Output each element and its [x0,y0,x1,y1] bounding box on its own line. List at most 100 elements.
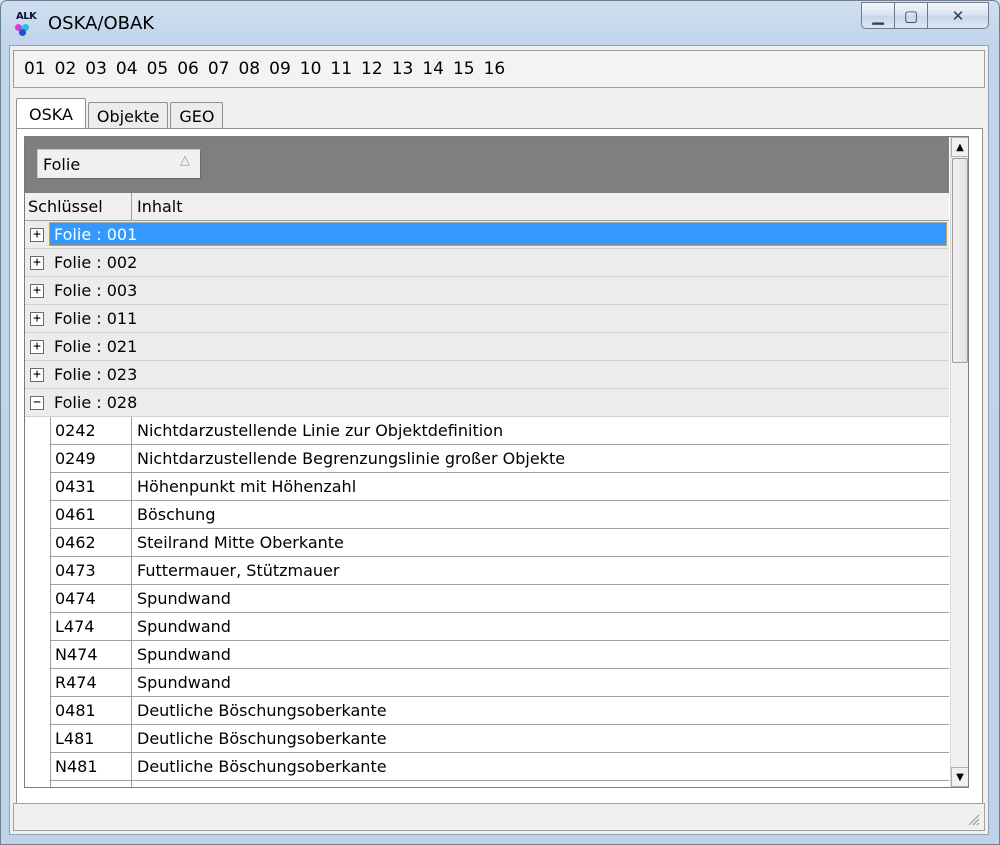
scrollbar-thumb[interactable] [952,158,968,363]
cell-content: Spundwand [132,613,949,641]
group-chip-folie[interactable]: Folie △ [37,149,201,179]
window-title: OSKA/OBAK [48,13,155,34]
group-by-panel: Folie △ [25,137,949,193]
alk-app-icon: ALK [13,11,37,37]
cell-key: N481 [50,753,132,781]
folie-number-16[interactable]: 16 [484,59,506,79]
folie-number-11[interactable]: 11 [330,59,352,79]
table-row[interactable]: 0249 Nichtdarzustellende Begrenzungslinie… [25,445,949,473]
folie-number-13[interactable]: 13 [392,59,414,79]
folie-number-05[interactable]: 05 [147,59,169,79]
group-row[interactable]: + Folie : 023 [25,361,949,389]
group-row[interactable]: + Folie : 002 [25,249,949,277]
table-row[interactable]: 0461 Böschung [25,501,949,529]
table-row[interactable]: L474 Spundwand [25,613,949,641]
resize-grip-icon[interactable] [966,812,980,826]
cell-content: Höhenpunkt mit Höhenzahl [132,473,949,501]
cell-content: Futtermauer, Stützmauer [132,557,949,585]
group-row-label: Folie : 003 [54,280,138,300]
grid-header: Schlüssel Inhalt [25,193,949,221]
cell-key: R474 [50,669,132,697]
app-icon-text: ALK [16,11,37,22]
cell-content: Spundwand [132,669,949,697]
cell-content: Spundwand [132,641,949,669]
folie-number-03[interactable]: 03 [85,59,107,79]
cell-key: 0461 [50,501,132,529]
vertical-scrollbar[interactable]: ▲ ▼ [950,137,968,787]
folie-number-14[interactable]: 14 [422,59,444,79]
cell-content: Deutliche Böschungsoberkante [132,697,949,725]
table-row[interactable]: N474 Spundwand [25,641,949,669]
window-controls: ▁ ▢ ✕ [861,2,989,32]
expand-icon[interactable]: + [30,284,44,298]
tab-strip: OSKA Objekte GEO [16,97,225,130]
cell-content: Deutliche Böschungsoberkante [132,753,949,781]
client-area: 01 02 03 04 05 06 07 08 09 10 11 12 13 14 15 16 OSKA Ob… [9,45,989,835]
table-row[interactable]: 0242 Nichtdarzustellende Linie zur Objekt… [25,417,949,445]
data-grid: Folie △ Schlüssel Inhalt + Folie : 001 + Fo… [24,136,969,788]
group-row-label: Folie : 021 [54,336,138,356]
group-row-label: Folie : 023 [54,364,138,384]
cell-key: R481 [50,781,132,787]
folie-number-09[interactable]: 09 [269,59,291,79]
minimize-icon: ▁ [872,6,884,25]
folie-number-01[interactable]: 01 [24,59,46,79]
column-header-key[interactable]: Schlüssel [25,193,132,220]
close-button[interactable]: ✕ [927,2,989,29]
folie-number-12[interactable]: 12 [361,59,383,79]
expand-icon[interactable]: + [30,340,44,354]
maximize-button[interactable]: ▢ [894,2,927,29]
tab-oska[interactable]: OSKA [16,98,86,130]
cell-content: Deutliche Böschungsoberkante [132,725,949,753]
folie-number-04[interactable]: 04 [116,59,138,79]
group-row-label: Folie : 011 [54,308,138,328]
cell-key: 0473 [50,557,132,585]
table-row[interactable]: 0431 Höhenpunkt mit Höhenzahl [25,473,949,501]
group-row[interactable]: + Folie : 001 [25,221,949,249]
group-row[interactable]: + Folie : 011 [25,305,949,333]
table-row[interactable]: 0473 Futtermauer, Stützmauer [25,557,949,585]
app-window: ALK OSKA/OBAK ▁ ▢ ✕ 01 02 03 04 05 06 07 08 09 10… [0,0,1000,845]
expand-icon[interactable]: + [30,228,44,242]
folie-number-08[interactable]: 08 [238,59,260,79]
arrow-up-icon: ▲ [956,141,964,153]
folie-number-15[interactable]: 15 [453,59,475,79]
cell-key: 0242 [50,417,132,445]
tab-objekte[interactable]: Objekte [87,102,169,129]
tab-geo[interactable]: GEO [170,102,224,129]
folie-number-07[interactable]: 07 [208,59,230,79]
folie-number-02[interactable]: 02 [55,59,77,79]
table-row[interactable]: N481 Deutliche Böschungsoberkante [25,753,949,781]
cell-content: Steilrand Mitte Oberkante [132,529,949,557]
column-header-content[interactable]: Inhalt [132,193,949,220]
minimize-button[interactable]: ▁ [861,2,894,29]
expand-icon[interactable]: + [30,368,44,382]
group-row[interactable]: − Folie : 028 [25,389,949,417]
folie-number-06[interactable]: 06 [177,59,199,79]
cell-key: L481 [50,725,132,753]
expand-icon[interactable]: + [30,256,44,270]
group-row[interactable]: + Folie : 003 [25,277,949,305]
collapse-icon[interactable]: − [30,396,44,410]
cell-content: Nichtdarzustellende Linie zur Objektdefi… [132,417,949,445]
expand-icon[interactable]: + [30,312,44,326]
scroll-down-button[interactable]: ▼ [951,767,968,787]
cell-key: 0431 [50,473,132,501]
table-row[interactable]: 0474 Spundwand [25,585,949,613]
scroll-up-button[interactable]: ▲ [951,137,968,157]
table-row[interactable]: R474 Spundwand [25,669,949,697]
arrow-down-icon: ▼ [956,771,964,783]
maximize-icon: ▢ [903,6,919,25]
close-icon: ✕ [951,6,965,25]
title-bar[interactable]: ALK OSKA/OBAK ▁ ▢ ✕ [1,1,999,45]
group-row[interactable]: + Folie : 021 [25,333,949,361]
table-row[interactable]: 0481 Deutliche Böschungsoberkante [25,697,949,725]
cell-key: 0481 [50,697,132,725]
table-row[interactable]: R481Deutliche Böschungsoberkante [25,781,949,787]
folie-number-10[interactable]: 10 [300,59,322,79]
table-row[interactable]: L481 Deutliche Böschungsoberkante [25,725,949,753]
sort-ascending-icon: △ [180,153,190,168]
table-row[interactable]: 0462 Steilrand Mitte Oberkante [25,529,949,557]
folie-number-bar: 01 02 03 04 05 06 07 08 09 10 11 12 13 14 15 16 [13,50,985,88]
cell-content: Nichtdarzustellende Begrenzungslinie gro… [132,445,949,473]
